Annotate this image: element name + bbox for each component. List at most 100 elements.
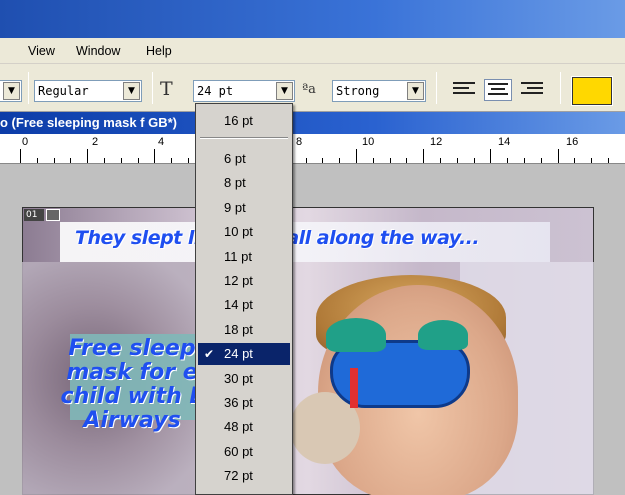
align-left-icon — [453, 82, 475, 84]
align-center-icon — [488, 83, 508, 85]
ruler-tick — [36, 158, 38, 163]
size-option[interactable]: ✔ 24 pt — [198, 343, 290, 366]
mask-stripe — [350, 368, 358, 408]
ruler-tick — [507, 158, 509, 163]
size-option-label: 9 pt — [224, 199, 246, 215]
menu-help[interactable]: Help — [146, 44, 172, 58]
ruler-tick — [120, 158, 122, 163]
ruler-tick — [171, 158, 173, 163]
ruler-tick — [137, 158, 139, 163]
ruler-tick — [540, 158, 542, 163]
font-size-icon: T — [160, 78, 173, 100]
layer-number-label: 01 — [24, 209, 44, 221]
chevron-down-icon: ▼ — [407, 82, 424, 100]
ruler-tick — [87, 149, 89, 163]
ruler-label: 12 — [430, 136, 443, 148]
size-option-label: 6 pt — [224, 151, 246, 166]
ruler-tick — [339, 158, 341, 163]
align-left-button[interactable] — [450, 79, 478, 101]
size-option-label: 60 pt — [224, 443, 253, 459]
palm-decoration — [326, 318, 386, 352]
ruler-tick — [490, 149, 492, 163]
align-center-button[interactable] — [484, 79, 512, 101]
ruler-tick — [188, 158, 189, 163]
menu-window[interactable]: Window — [76, 44, 120, 58]
ruler-tick — [53, 158, 55, 163]
size-option[interactable]: 72 pt — [198, 465, 290, 487]
ruler-tick — [524, 158, 525, 163]
size-option[interactable]: 18 pt — [198, 319, 290, 341]
size-option-label: 10 pt — [224, 224, 253, 240]
font-size-value: 24 pt — [197, 84, 234, 98]
ruler-label: 14 — [498, 136, 511, 148]
font-size-select[interactable]: 24 pt ▼ — [193, 80, 295, 102]
ruler-tick — [305, 158, 307, 163]
size-option[interactable]: 10 pt — [198, 221, 290, 243]
ruler-tick — [473, 158, 475, 163]
size-option-label: 12 pt — [224, 273, 253, 288]
ruler-tick — [104, 158, 105, 163]
banner-text[interactable]: They slept lik ngels, all along the way.… — [75, 227, 545, 257]
ruler-label: 8 — [296, 136, 303, 148]
ruler-tick — [557, 149, 559, 163]
text-color-swatch[interactable] — [571, 76, 613, 106]
align-right-icon — [521, 82, 543, 84]
palm-decoration — [418, 320, 468, 350]
size-option-label: 72 pt — [224, 468, 253, 484]
size-option[interactable]: 30 pt — [198, 368, 290, 390]
ruler-tick — [574, 158, 576, 163]
size-option-label: 11 pt — [224, 248, 252, 264]
ruler-tick — [356, 149, 357, 163]
size-option[interactable]: 6 pt — [198, 148, 290, 170]
document-title-bar: o (Free sleeping mask f GB*) — [0, 112, 625, 134]
promo-text[interactable]: Free sleep mask for e child with L Airwa… — [52, 337, 212, 459]
antialias-select[interactable]: Strong ▼ — [332, 80, 426, 102]
app-title-bar — [0, 0, 625, 38]
ruler-label: 4 — [158, 136, 165, 148]
size-option[interactable]: 11 pt — [198, 246, 290, 268]
ruler-tick — [20, 149, 21, 163]
font-family-select[interactable]: ▼ — [0, 80, 22, 102]
size-option[interactable]: 48 pt — [198, 416, 290, 438]
size-option-label: 8 pt — [224, 175, 246, 191]
size-option-label: 48 pt — [224, 419, 253, 435]
separator — [436, 72, 437, 104]
ruler-tick — [406, 158, 408, 163]
menu-view[interactable]: View — [28, 44, 55, 58]
layer-icon — [46, 209, 60, 221]
size-option-label: 30 pt — [224, 370, 253, 386]
font-size-dropdown: 16 pt 6 pt 8 pt 9 pt 10 pt 11 pt 12 pt 14 pt 18… — [195, 103, 293, 495]
ruler-tick — [372, 158, 374, 163]
ruler-tick — [440, 158, 441, 163]
separator — [152, 72, 153, 104]
size-option-label: 14 pt — [224, 297, 253, 313]
size-option[interactable]: 12 pt — [198, 270, 290, 292]
dropdown-separator — [200, 137, 288, 139]
font-style-value: Regular — [38, 84, 89, 98]
size-option[interactable]: 36 pt — [198, 392, 290, 414]
size-option[interactable]: 8 pt — [198, 172, 290, 194]
checkmark-icon: ✔ — [204, 347, 215, 362]
separator — [28, 72, 29, 104]
size-option[interactable]: 9 pt — [198, 197, 290, 219]
separator — [560, 72, 561, 104]
size-option-label: 24 pt — [224, 346, 253, 362]
ruler-tick — [70, 158, 72, 163]
ruler-tick — [389, 158, 391, 163]
ruler-label: 16 — [566, 136, 579, 148]
size-option[interactable]: 14 pt — [198, 294, 290, 316]
antialias-icon: ªa — [302, 82, 316, 97]
ruler-label: 0 — [22, 136, 29, 148]
align-right-button[interactable] — [518, 79, 546, 101]
ruler-tick — [456, 158, 458, 163]
horizontal-ruler: 0 2 4 6 8 10 12 14 16 — [0, 134, 625, 164]
ruler-tick — [591, 158, 593, 163]
chevron-down-icon: ▼ — [3, 82, 20, 100]
size-option-label: 18 pt — [224, 321, 253, 337]
ruler-tick — [322, 158, 324, 163]
chevron-down-icon: ▼ — [123, 82, 140, 100]
size-option[interactable]: 60 pt — [198, 441, 290, 463]
size-option-recent[interactable]: 16 pt — [198, 110, 290, 132]
size-option-label: 36 pt — [224, 395, 253, 410]
font-style-select[interactable]: Regular ▼ — [34, 80, 142, 102]
